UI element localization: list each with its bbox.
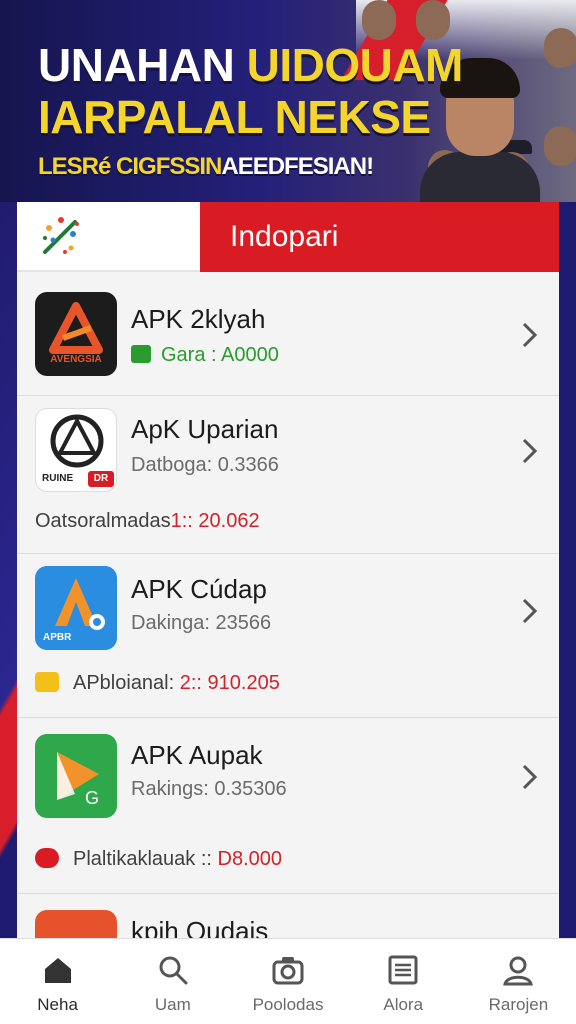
list-icon xyxy=(388,955,418,985)
app-list-card: Indopari AVENGSIA APK 2klyah Gara : A000… xyxy=(17,202,559,942)
list-item[interactable]: AVENGSIA APK 2klyah Gara : A0000 xyxy=(17,272,559,396)
nav-item-profile[interactable]: Rarojen xyxy=(461,939,576,1024)
sparkle-logo-icon xyxy=(43,217,79,254)
app-name: ApK Uparian xyxy=(131,414,279,444)
folder-icon xyxy=(35,672,59,692)
app-list: AVENGSIA APK 2klyah Gara : A0000 RUINE D… xyxy=(17,272,559,942)
profile-icon xyxy=(503,956,534,986)
card-header: Indopari xyxy=(17,202,559,272)
app-meta: Dakinga: 23566 xyxy=(131,612,272,634)
chevron-right-icon[interactable] xyxy=(517,320,541,350)
hero-title-line1: UNAHAN UIDOUAM xyxy=(38,39,463,91)
camera-icon xyxy=(272,957,304,985)
app-name: APK 2klyah xyxy=(131,304,266,334)
list-item[interactable]: G APK Aupak Rakings: 0.35306 Plaltikakla… xyxy=(17,718,559,894)
chat-bubble-icon xyxy=(35,848,59,868)
list-item[interactable]: RUINE DR ApK Uparian Datboga: 0.3366 Oat… xyxy=(17,396,559,554)
brand-logo[interactable] xyxy=(17,202,200,272)
hero-title-line2: IARPALAL NEKSE xyxy=(38,91,431,143)
triangle-a-icon: AVENGSIA xyxy=(35,292,117,376)
header-title: Indopari xyxy=(200,202,559,272)
app-name: APK Cúdap xyxy=(131,574,267,604)
list-item[interactable]: APBR APK Cúdap Dakinga: 23566 APbloianal… xyxy=(17,554,559,718)
app-meta: Datboga: 0.3366 xyxy=(131,454,279,476)
list-item[interactable]: kpih Qudais xyxy=(17,894,559,942)
nav-label: Neha xyxy=(37,995,78,1014)
home-icon xyxy=(44,958,71,983)
chevron-right-icon[interactable] xyxy=(517,436,541,466)
nav-label: Poolodas xyxy=(252,995,324,1014)
nav-item-camera[interactable]: Poolodas xyxy=(230,939,345,1024)
app-name: APK Aupak xyxy=(131,740,263,770)
hero-banner[interactable]: UNAHAN UIDOUAM IARPALAL NEKSE LESRé CIGF… xyxy=(0,0,576,202)
bottom-nav: Neha Uam Poolodas Alora Rarojen xyxy=(0,938,576,1024)
app-extra-info: APbloianal: 2:: 910.205 xyxy=(35,672,280,695)
app-extra-info: Plaltikaklauak :: D8.000 xyxy=(35,848,282,871)
blue-a-icon: APBR xyxy=(35,566,117,650)
chevron-right-icon[interactable] xyxy=(517,596,541,626)
nav-item-home[interactable]: Neha xyxy=(0,939,115,1024)
nav-label: Alora xyxy=(383,995,424,1014)
nav-item-search[interactable]: Uam xyxy=(115,939,230,1024)
nav-label: Uam xyxy=(154,995,191,1014)
chevron-right-icon[interactable] xyxy=(517,762,541,792)
app-meta: Rakings: 0.35306 xyxy=(131,778,287,800)
nav-item-list[interactable]: Alora xyxy=(346,939,461,1024)
svg-text:G: G xyxy=(85,788,99,808)
app-meta: Gara : A0000 xyxy=(131,344,279,367)
emblem-icon: RUINE DR xyxy=(35,408,117,492)
search-icon xyxy=(159,956,188,985)
app-extra-info: Oatsoralmadas1:: 20.062 xyxy=(35,510,260,532)
nav-label: Rarojen xyxy=(488,995,549,1014)
chart-badge-icon xyxy=(131,345,151,363)
hero-subtitle: LESRé CIGFSSINAEEDFESIAN! xyxy=(38,153,374,180)
green-play-icon: G xyxy=(35,734,117,818)
